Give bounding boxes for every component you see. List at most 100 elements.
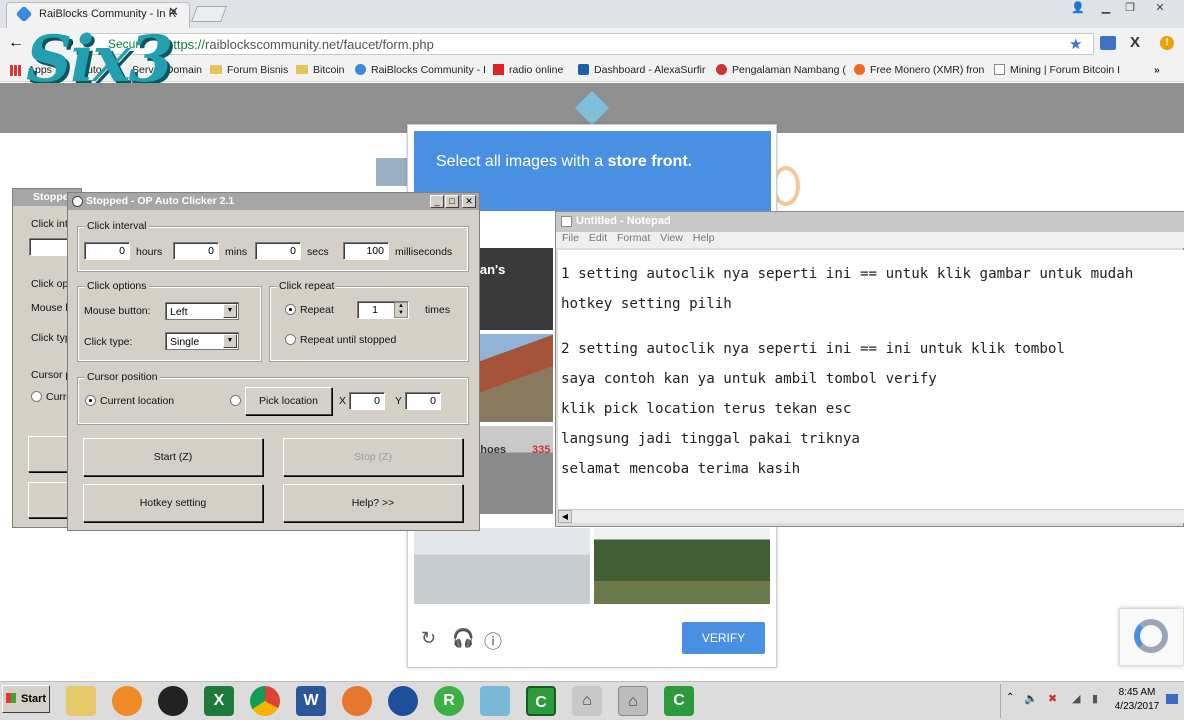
auto-clicker-taskbar-icon[interactable]: ⌂ <box>618 686 648 716</box>
bookmark-bitcoin[interactable]: Bitcoin <box>296 64 345 76</box>
back-cursor-label: Cursor p <box>31 369 72 381</box>
bookmark-pengalaman[interactable]: Pengalaman Nambang ( <box>716 64 846 76</box>
repeat-until-stopped-radio[interactable] <box>285 334 296 345</box>
back-current-radio[interactable] <box>31 391 42 402</box>
signal-icon[interactable]: ◢ <box>1072 692 1080 705</box>
back-hours-field[interactable] <box>29 238 69 256</box>
mins-label: mins <box>225 246 248 258</box>
notepad-text-area[interactable]: 1 setting autoclik nya seperti ini == un… <box>558 250 1184 509</box>
new-tab-button[interactable] <box>191 6 227 22</box>
alert-icon[interactable]: ! <box>1160 36 1174 50</box>
monero-icon <box>854 64 865 75</box>
milliseconds-field[interactable]: 100 <box>343 242 389 260</box>
y-field[interactable]: 0 <box>405 392 441 410</box>
close-tab-icon[interactable]: ✕ <box>168 5 182 19</box>
x-label: X <box>339 395 347 407</box>
repeat-label: Repeat <box>300 304 334 316</box>
battery-icon[interactable]: ▮ <box>1092 692 1098 705</box>
bookmark-free-monero[interactable]: Free Monero (XMR) fron <box>854 64 984 76</box>
x-field[interactable]: 0 <box>349 392 385 410</box>
back-start-button[interactable] <box>28 436 68 472</box>
url-text[interactable]: https://raiblockscommunity.net/faucet/fo… <box>166 37 434 52</box>
dropdown-arrow-icon[interactable]: ▼ <box>223 334 237 348</box>
text-line: 2 setting autoclik nya seperti ini == in… <box>561 341 1065 357</box>
secs-field[interactable]: 0 <box>255 242 301 260</box>
excel-icon[interactable]: X <box>204 686 234 716</box>
menu-view[interactable]: View <box>660 232 683 244</box>
menu-file[interactable]: File <box>562 232 579 244</box>
camtasia-recorder-icon[interactable]: C <box>664 686 694 716</box>
back-hotkey-button[interactable] <box>28 482 68 518</box>
menu-help[interactable]: Help <box>693 232 715 244</box>
captcha-tile[interactable] <box>414 528 590 604</box>
start-button[interactable]: Start (Z) <box>83 438 263 476</box>
help-button[interactable]: Help? >> <box>283 484 463 522</box>
bookmarks-overflow-icon[interactable]: » <box>1154 64 1160 76</box>
menu-format[interactable]: Format <box>617 232 650 244</box>
pick-location-radio[interactable] <box>230 395 241 406</box>
r-app-icon[interactable]: R <box>434 686 464 716</box>
maximize-icon[interactable]: □ <box>445 195 459 208</box>
tray-show-icon[interactable]: ⌃ <box>1006 692 1014 703</box>
notepad-taskbar-icon[interactable] <box>480 686 510 716</box>
clock[interactable]: 8:45 AM 4/23/2017 <box>1114 687 1160 712</box>
bookmark-star-icon[interactable]: ★ <box>1069 35 1082 53</box>
verify-button[interactable]: VERIFY <box>682 622 765 654</box>
spinner-icon[interactable]: ▲ ▼ <box>394 302 408 318</box>
flag-icon <box>493 64 504 75</box>
captcha-tile[interactable] <box>594 528 770 604</box>
camtasia-icon[interactable]: C <box>526 686 556 716</box>
minimize-icon[interactable]: ▁ <box>1094 0 1118 16</box>
close-window-icon[interactable]: ✕ <box>1148 0 1172 16</box>
mouse-button-select[interactable]: Left ▼ <box>165 302 239 320</box>
repeat-radio[interactable] <box>285 304 296 315</box>
clock-date: 4/23/2017 <box>1114 701 1160 712</box>
uc-browser-icon[interactable] <box>112 686 142 716</box>
hotkey-setting-button[interactable]: Hotkey setting <box>83 484 263 522</box>
restore-icon[interactable]: ❐ <box>1118 0 1142 16</box>
info-icon[interactable]: ⓘ <box>484 628 502 654</box>
minimize-icon[interactable]: _ <box>430 195 444 208</box>
extension-icon[interactable] <box>1100 36 1116 50</box>
dropdown-arrow-icon[interactable]: ▼ <box>223 304 237 318</box>
scroll-left-icon[interactable]: ◀ <box>558 510 572 523</box>
audio-challenge-icon[interactable]: 🎧 <box>452 628 474 649</box>
text-line: klik pick location terus tekan esc <box>561 401 852 417</box>
horizontal-scrollbar[interactable]: ◀ <box>558 509 1184 523</box>
close-icon[interactable]: ✕ <box>462 195 476 208</box>
bookmark-alexasurf[interactable]: Dashboard - AlexaSurfir <box>578 64 705 76</box>
click-type-select[interactable]: Single ▼ <box>165 332 239 350</box>
mins-field[interactable]: 0 <box>173 242 219 260</box>
milliseconds-label: milliseconds <box>395 246 453 258</box>
reload-challenge-icon[interactable]: ↻ <box>421 628 436 649</box>
bookmark-raiblocks[interactable]: RaiBlocks Community - I <box>355 64 486 76</box>
bookmark-mining-forum[interactable]: Mining | Forum Bitcoin I <box>994 64 1120 76</box>
auto-clicker-title: Stopped - OP Auto Clicker 2.1 <box>68 193 479 210</box>
hours-field[interactable]: 0 <box>84 242 130 260</box>
volume-icon[interactable]: 🔈 <box>1024 692 1038 705</box>
network-icon[interactable]: ✖ <box>1048 692 1057 705</box>
show-desktop-icon[interactable] <box>1166 694 1178 704</box>
hours-label: hours <box>136 246 163 258</box>
mouse-icon[interactable]: ⌂ <box>572 686 602 716</box>
click-type-value: Single <box>170 336 200 348</box>
apps-icon[interactable] <box>10 65 21 76</box>
current-location-radio[interactable] <box>85 395 96 406</box>
file-explorer-icon[interactable] <box>66 686 96 716</box>
folder-icon <box>210 65 222 74</box>
back-arrow-icon[interactable]: ← <box>8 34 24 52</box>
bookmark-forum-bisnis[interactable]: Forum Bisnis <box>210 64 288 76</box>
y-label: Y <box>395 395 403 407</box>
menu-edit[interactable]: Edit <box>589 232 607 244</box>
back-mouse-label: Mouse b <box>31 302 72 314</box>
pick-location-button[interactable]: Pick location <box>245 387 332 415</box>
chrome-icon[interactable] <box>250 686 280 716</box>
word-icon[interactable]: W <box>296 686 326 716</box>
stop-button[interactable]: Stop (Z) <box>283 438 463 476</box>
bookmark-radio-online[interactable]: radio online <box>493 64 563 76</box>
thunderbird-icon[interactable] <box>388 686 418 716</box>
user-icon[interactable]: 👤 <box>1066 0 1090 16</box>
media-player-icon[interactable] <box>158 686 188 716</box>
extension-x-icon[interactable]: X <box>1130 34 1140 51</box>
opera-icon[interactable] <box>342 686 372 716</box>
